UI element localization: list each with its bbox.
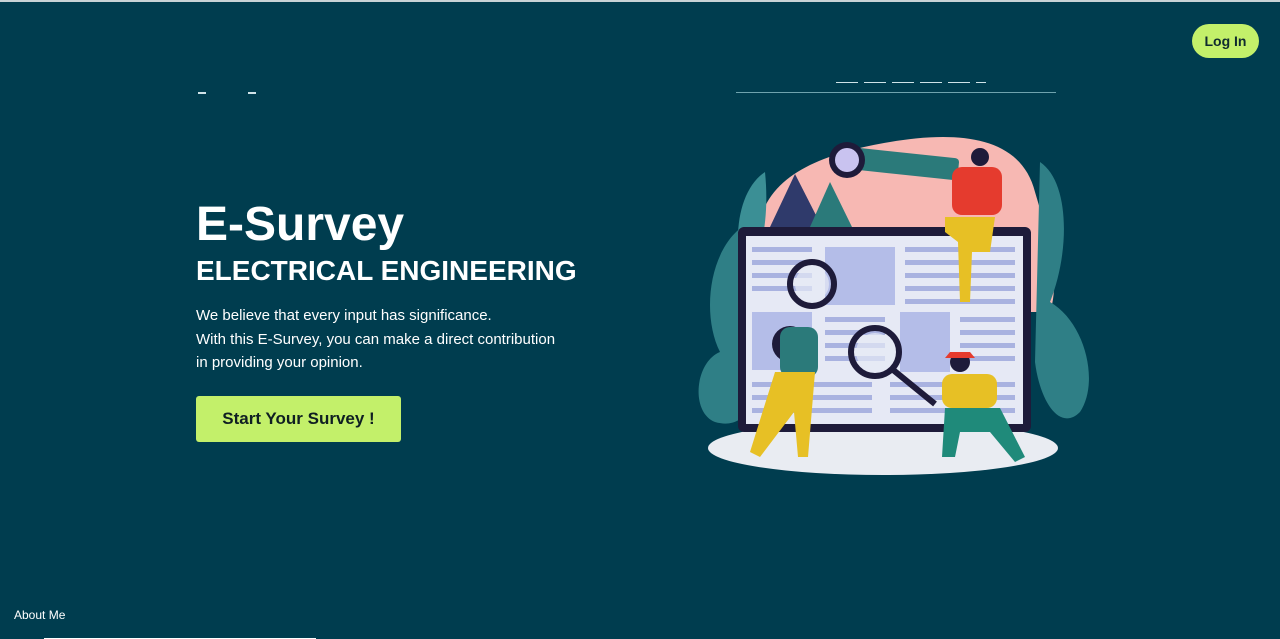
about-me-link[interactable]: About Me bbox=[14, 608, 65, 622]
hero-description-line: We believe that every input has signific… bbox=[196, 307, 492, 324]
decorative-line-right-top bbox=[836, 82, 986, 83]
login-button[interactable]: Log In bbox=[1192, 24, 1259, 58]
start-survey-button[interactable]: Start Your Survey ! bbox=[196, 396, 401, 442]
hero-description-line: With this E-Survey, you can make a direc… bbox=[196, 330, 556, 348]
landing-page: Log In E-Survey ELECTRICAL ENGINEERING W… bbox=[0, 0, 1280, 639]
survey-research-illustration bbox=[690, 112, 1100, 497]
decorative-line-right bbox=[736, 92, 1056, 93]
hero-subtitle: ELECTRICAL ENGINEERING bbox=[196, 255, 577, 286]
hero-description-line: in providing your opinion. bbox=[196, 354, 363, 371]
decorative-line-left bbox=[198, 92, 276, 94]
hero-description: We believe that every input has signific… bbox=[196, 304, 555, 375]
hero-title: E-Survey bbox=[196, 198, 405, 251]
